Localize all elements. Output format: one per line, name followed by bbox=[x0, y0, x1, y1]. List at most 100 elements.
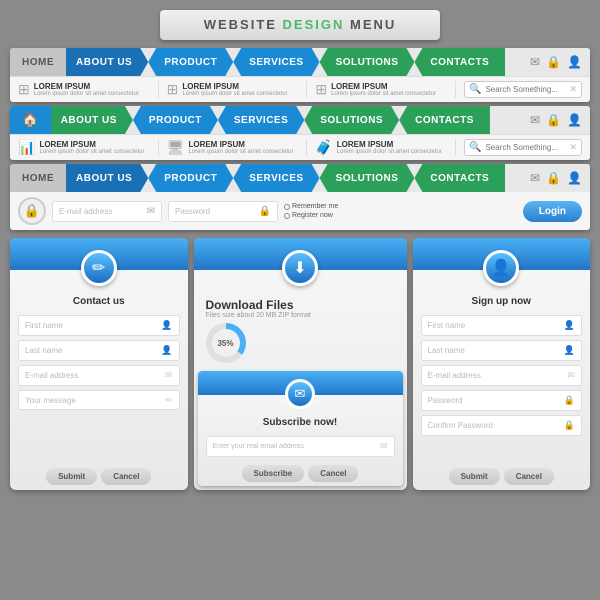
search-icon-2: 🔍 bbox=[469, 142, 481, 153]
nav-bar-2: 🏠 ABOUT US PRODUCT SERVICES SOLUTIONS CO… bbox=[10, 106, 590, 134]
signup-panel-header: 👤 bbox=[413, 238, 591, 270]
lorem-sub-1: Lorem ipsum dolor sit amet consectetur bbox=[34, 91, 139, 97]
nav-contacts-2[interactable]: CONTACTS bbox=[399, 106, 490, 134]
subscribe-mail-icon: ✉ bbox=[295, 386, 306, 402]
signup-submit-button[interactable]: Submit bbox=[449, 468, 500, 485]
nav-product-2[interactable]: PRODUCT bbox=[133, 106, 218, 134]
contact-panel-footer: Submit Cancel bbox=[10, 463, 188, 490]
nav-bar-3: HOME ABOUT US PRODUCT SERVICES SOLUTIONS… bbox=[10, 164, 590, 192]
signup-confirm-password-field[interactable]: Confirm Password 🔒 bbox=[421, 415, 583, 436]
monitor-icon: 🖥 bbox=[167, 139, 185, 156]
subscribe-cancel-button[interactable]: Cancel bbox=[308, 465, 358, 482]
contact-submit-button[interactable]: Submit bbox=[46, 468, 97, 485]
mail-icon: ✉ bbox=[530, 55, 540, 69]
login-strip: 🔒 E-mail address ✉ Password 🔒 Remember m… bbox=[10, 192, 590, 230]
email-field[interactable]: E-mail address ✉ bbox=[52, 201, 162, 222]
content-item-3: ⊞ LOREM IPSUM Lorem ipsum dolor sit amet… bbox=[315, 81, 456, 98]
lock-icon-2: 🔒 bbox=[546, 113, 561, 127]
subscribe-body: Enter your real email address ✉ bbox=[198, 432, 403, 461]
signup-user-icon-1: 👤 bbox=[564, 320, 575, 331]
edit-field-icon: ✏ bbox=[165, 395, 173, 406]
nav-bar-1: HOME ABOUT US PRODUCT SERVICES SOLUTIONS… bbox=[10, 48, 590, 76]
lock-icon-3: 🔒 bbox=[546, 171, 561, 185]
nav-solutions-3[interactable]: SOLUTIONS bbox=[320, 164, 415, 192]
user-field-icon-2: 👤 bbox=[161, 345, 172, 356]
signup-lastname-field[interactable]: Last name 👤 bbox=[421, 340, 583, 361]
download-panel: ⬇ Download Files Files size about 20 MB … bbox=[194, 238, 407, 490]
lorem-title-2: LOREM IPSUM bbox=[182, 82, 287, 91]
nav-contacts-3[interactable]: CONTACTS bbox=[414, 164, 505, 192]
lorem-title-4: LOREM IPSUM bbox=[39, 140, 144, 149]
lorem-sub-4: Lorem ipsum dolor sit amet consectetur bbox=[39, 149, 144, 155]
nav-product-3[interactable]: PRODUCT bbox=[148, 164, 233, 192]
content-item-1: ⊞ LOREM IPSUM Lorem ipsum dolor sit amet… bbox=[18, 81, 159, 98]
nav-section-1: HOME ABOUT US PRODUCT SERVICES SOLUTIONS… bbox=[10, 48, 590, 102]
page-title: WEBSITE DESIGN MENU bbox=[204, 17, 397, 32]
nav-services-2[interactable]: SERVICES bbox=[218, 106, 304, 134]
signup-panel-body: First name 👤 Last name 👤 E-mail address … bbox=[413, 311, 591, 463]
progress-circle: 35% bbox=[206, 323, 246, 363]
signup-icon-circle: 👤 bbox=[483, 250, 519, 286]
nav-about-2[interactable]: ABOUT US bbox=[51, 106, 133, 134]
nav-services-1[interactable]: SERVICES bbox=[233, 48, 319, 76]
nav-solutions-2[interactable]: SOLUTIONS bbox=[304, 106, 399, 134]
grid-icon-1: ⊞ bbox=[18, 81, 30, 98]
subscribe-email-field[interactable]: Enter your real email address ✉ bbox=[206, 436, 395, 457]
contact-firstname-field[interactable]: First name 👤 bbox=[18, 315, 180, 336]
mail-icon-3: ✉ bbox=[530, 171, 540, 185]
remember-radio[interactable] bbox=[284, 204, 290, 210]
signup-lock-icon: 🔒 bbox=[564, 395, 575, 406]
signup-password-field[interactable]: Password 🔒 bbox=[421, 390, 583, 411]
signup-panel: 👤 Sign up now First name 👤 Last name 👤 E… bbox=[413, 238, 591, 490]
clear-icon-1[interactable]: ✕ bbox=[569, 84, 577, 95]
signup-user-icon-2: 👤 bbox=[564, 345, 575, 356]
nav-home-3[interactable]: HOME bbox=[10, 164, 66, 192]
bag-icon: 🧳 bbox=[315, 139, 332, 156]
nav-section-2: 🏠 ABOUT US PRODUCT SERVICES SOLUTIONS CO… bbox=[10, 106, 590, 160]
nav-services-3[interactable]: SERVICES bbox=[233, 164, 319, 192]
search-box-2[interactable]: 🔍 ✕ bbox=[464, 139, 582, 156]
password-field[interactable]: Password 🔒 bbox=[168, 201, 278, 222]
user-field-icon-1: 👤 bbox=[161, 320, 172, 331]
nav-icons-3: ✉ 🔒 👤 bbox=[522, 164, 590, 192]
subscribe-button[interactable]: Subscribe bbox=[242, 465, 305, 482]
signup-cancel-button[interactable]: Cancel bbox=[504, 468, 554, 485]
content-item-4: 📊 LOREM IPSUM Lorem ipsum dolor sit amet… bbox=[18, 139, 159, 156]
progress-label: 35% bbox=[217, 339, 233, 348]
nav-about-3[interactable]: ABOUT US bbox=[66, 164, 148, 192]
pencil-icon: ✏ bbox=[92, 258, 105, 278]
user-icon-2: 👤 bbox=[567, 113, 582, 127]
nav-product-1[interactable]: PRODUCT bbox=[148, 48, 233, 76]
search-input-1[interactable] bbox=[485, 85, 565, 94]
signup-email-field[interactable]: E-mail address ✉ bbox=[421, 365, 583, 386]
download-title: Download Files bbox=[202, 298, 399, 312]
lorem-sub-6: Lorem ipsum dolor sit amet consectetur bbox=[337, 149, 442, 155]
panels-row: ✏ Contact us First name 👤 Last name 👤 E-… bbox=[10, 238, 590, 490]
nav-home-icon-2[interactable]: 🏠 bbox=[10, 106, 51, 134]
contact-email-field[interactable]: E-mail address ✉ bbox=[18, 365, 180, 386]
clear-icon-2[interactable]: ✕ bbox=[569, 142, 577, 153]
subscribe-header: ✉ bbox=[198, 371, 403, 395]
contact-lastname-field[interactable]: Last name 👤 bbox=[18, 340, 180, 361]
search-input-2[interactable] bbox=[485, 143, 565, 152]
progress-area: 35% bbox=[202, 323, 399, 363]
nav-about-1[interactable]: ABOUT US bbox=[66, 48, 148, 76]
subscribe-subpanel: ✉ Subscribe now! Enter your real email a… bbox=[198, 371, 403, 486]
nav-home-1[interactable]: HOME bbox=[10, 48, 66, 76]
page-title-bar: WEBSITE DESIGN MENU bbox=[160, 10, 440, 40]
subscribe-title: Subscribe now! bbox=[198, 417, 403, 428]
login-button[interactable]: Login bbox=[523, 201, 582, 222]
contact-message-field[interactable]: Your message ✏ bbox=[18, 390, 180, 410]
nav-contacts-1[interactable]: CONTACTS bbox=[414, 48, 505, 76]
content-item-6: 🧳 LOREM IPSUM Lorem ipsum dolor sit amet… bbox=[315, 139, 456, 156]
nav-section-3: HOME ABOUT US PRODUCT SERVICES SOLUTIONS… bbox=[10, 164, 590, 230]
search-box-1[interactable]: 🔍 ✕ bbox=[464, 81, 582, 98]
register-radio[interactable] bbox=[284, 213, 290, 219]
signup-firstname-field[interactable]: First name 👤 bbox=[421, 315, 583, 336]
lorem-sub-2: Lorem ipsum dolor sit amet consectetur bbox=[182, 91, 287, 97]
content-strip-2: 📊 LOREM IPSUM Lorem ipsum dolor sit amet… bbox=[10, 134, 590, 160]
nav-solutions-1[interactable]: SOLUTIONS bbox=[320, 48, 415, 76]
contact-cancel-button[interactable]: Cancel bbox=[101, 468, 151, 485]
contact-panel-body: First name 👤 Last name 👤 E-mail address … bbox=[10, 311, 188, 463]
subscribe-mail-field-icon: ✉ bbox=[380, 441, 388, 452]
